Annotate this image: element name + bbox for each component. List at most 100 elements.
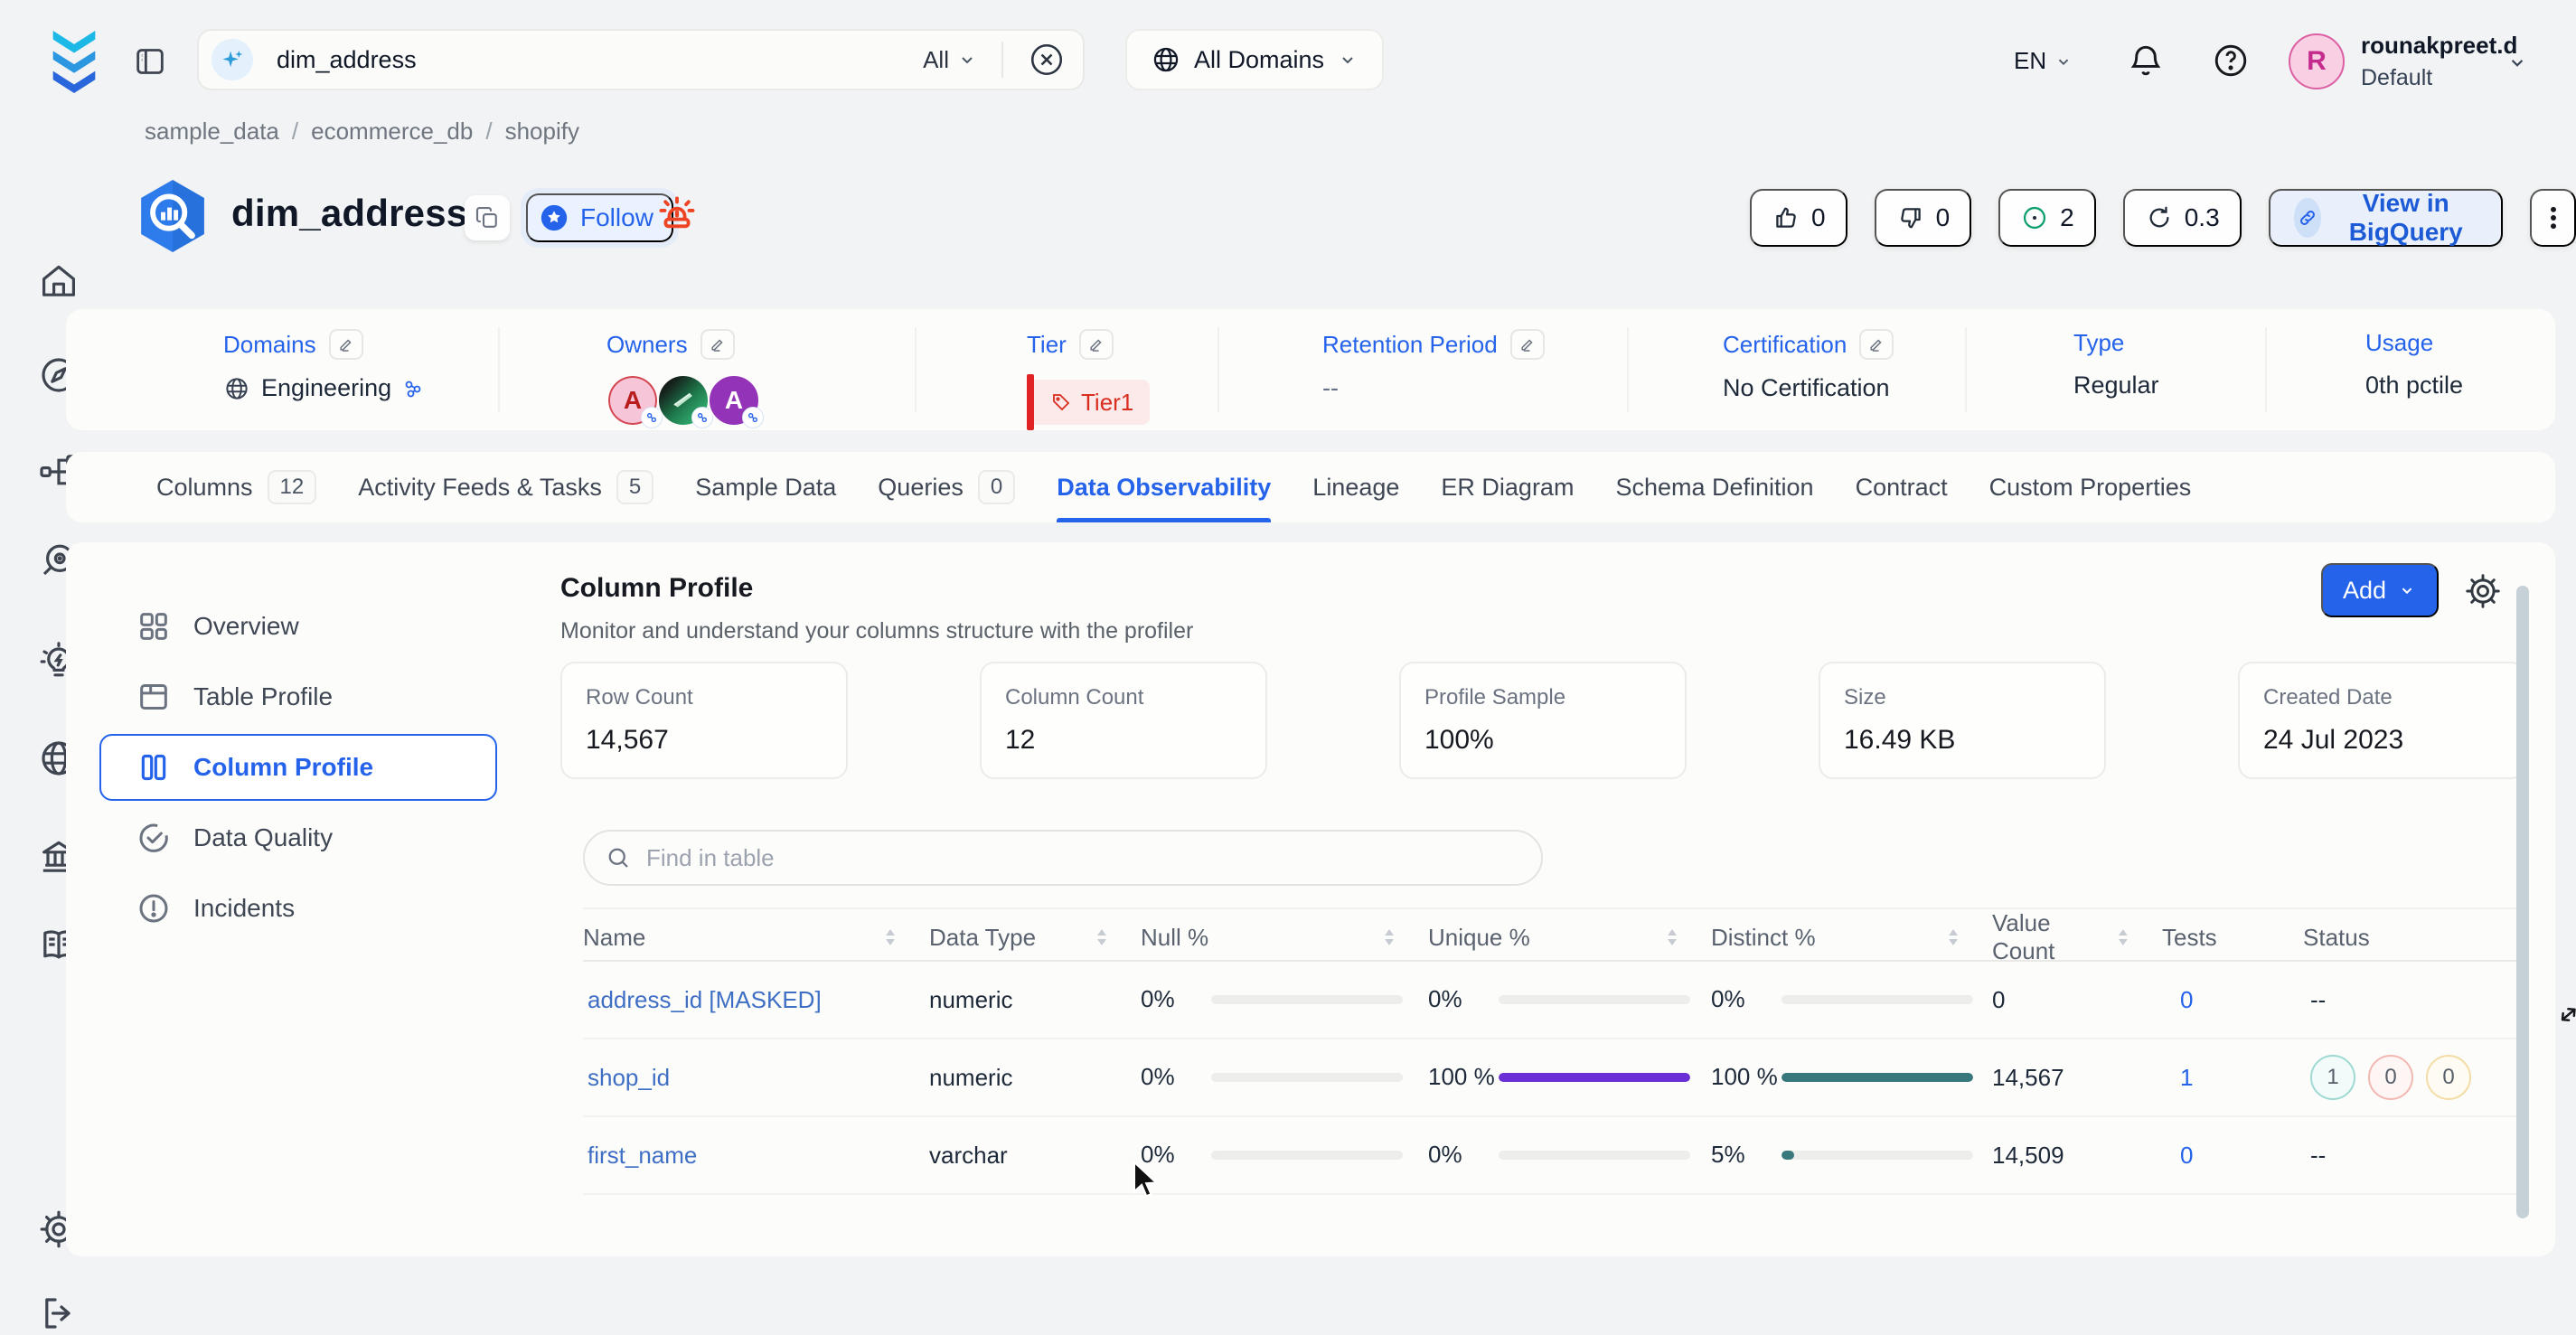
- profile-stats: Row Count14,567Column Count12Profile Sam…: [560, 662, 2525, 779]
- tab-data-observability[interactable]: Data Observability: [1057, 452, 1271, 522]
- tab-contract[interactable]: Contract: [1856, 452, 1948, 522]
- home-icon[interactable]: [37, 259, 80, 303]
- tab-sample-data[interactable]: Sample Data: [695, 452, 836, 522]
- percent-bar: [1782, 995, 1973, 1004]
- search-clear-icon[interactable]: [1027, 40, 1067, 80]
- stat-card-row-count: Row Count14,567: [560, 662, 848, 779]
- status-badge-red: 0: [2368, 1055, 2413, 1100]
- column-name-link[interactable]: shop_id: [583, 1064, 670, 1091]
- tab-columns[interactable]: Columns12: [156, 452, 316, 522]
- value-count: 0: [1992, 986, 2162, 1014]
- sort-icon[interactable]: [1095, 927, 1108, 947]
- views-button[interactable]: 2: [1998, 189, 2096, 247]
- logout-icon[interactable]: [37, 1292, 80, 1335]
- tab-lineage[interactable]: Lineage: [1312, 452, 1399, 522]
- asset-tabs: Columns12 Activity Feeds & Tasks5 Sample D…: [66, 452, 2555, 522]
- percent-bar: [1782, 1073, 1973, 1082]
- column-name-link[interactable]: address_id [MASKED]: [583, 986, 822, 1013]
- domain-link[interactable]: Engineering: [261, 374, 391, 402]
- help-icon[interactable]: [2211, 41, 2251, 80]
- tests-link[interactable]: 1: [2162, 1064, 2193, 1091]
- edit-domains-icon[interactable]: [329, 329, 363, 360]
- link-icon: [402, 378, 424, 400]
- user-info[interactable]: rounakpreet.d Default: [2361, 32, 2517, 91]
- edit-owners-icon[interactable]: [700, 329, 735, 360]
- view-in-bigquery-button[interactable]: View in BigQuery: [2269, 189, 2504, 247]
- find-in-table-input[interactable]: Find in table: [583, 830, 1543, 886]
- column-name-link[interactable]: first_name: [583, 1142, 697, 1169]
- upvote-button[interactable]: 0: [1750, 189, 1847, 247]
- profiler-nav-column-profile[interactable]: Column Profile: [99, 734, 497, 801]
- sort-icon[interactable]: [1666, 927, 1678, 947]
- sidebar-toggle-icon[interactable]: [132, 43, 168, 80]
- follow-button[interactable]: Follow: [526, 193, 673, 242]
- tab-er-diagram[interactable]: ER Diagram: [1441, 452, 1574, 522]
- search-scope-dropdown[interactable]: All: [923, 46, 978, 74]
- tab-queries[interactable]: Queries0: [878, 452, 1015, 522]
- column-profile-table: NameData TypeNull %Unique %Distinct %Val…: [583, 907, 2517, 1195]
- profiler-nav-overview[interactable]: Overview: [99, 593, 497, 660]
- percent-bar: [1211, 995, 1403, 1004]
- owner-avatars[interactable]: A A: [606, 374, 760, 427]
- tab-schema-definition[interactable]: Schema Definition: [1615, 452, 1813, 522]
- more-menu-button[interactable]: [2530, 189, 2576, 247]
- profiler-nav-table-profile[interactable]: Table Profile: [99, 663, 497, 730]
- breadcrumb-separator: /: [485, 118, 492, 146]
- popularity-button[interactable]: 0.3: [2123, 189, 2242, 247]
- thumbs-down-icon: [1896, 203, 1925, 232]
- sort-icon[interactable]: [1383, 927, 1396, 947]
- profiler-nav-incidents[interactable]: Incidents: [99, 875, 497, 942]
- tab-custom-properties[interactable]: Custom Properties: [1989, 452, 2192, 522]
- owner-avatar[interactable]: A: [606, 374, 659, 427]
- globe-icon: [223, 375, 250, 402]
- table-profile-icon: [136, 679, 172, 715]
- tab-count-badge: 5: [616, 470, 653, 504]
- breadcrumb-separator: /: [292, 118, 298, 146]
- atlan-logo[interactable]: [51, 30, 98, 93]
- tab-activity-feeds-tasks[interactable]: Activity Feeds & Tasks5: [358, 452, 653, 522]
- breadcrumb-item[interactable]: shopify: [505, 118, 579, 146]
- owner-avatar[interactable]: [657, 374, 710, 427]
- tests-link[interactable]: 0: [2162, 986, 2193, 1013]
- column-header-unique: Unique %: [1428, 924, 1711, 952]
- breadcrumb-item[interactable]: sample_data: [145, 118, 279, 146]
- panel-scrollbar[interactable]: [2516, 586, 2529, 1218]
- star-icon: [539, 202, 569, 233]
- add-button[interactable]: Add: [2321, 563, 2439, 617]
- divider: [1001, 42, 1003, 78]
- profiler-settings-icon[interactable]: [2463, 571, 2503, 611]
- table-header-row: NameData TypeNull %Unique %Distinct %Val…: [583, 907, 2517, 962]
- notifications-icon[interactable]: [2126, 41, 2166, 80]
- edit-certification-icon[interactable]: [1859, 329, 1894, 360]
- avatar[interactable]: R: [2289, 33, 2345, 89]
- sort-icon[interactable]: [1947, 927, 1960, 947]
- all-domains-dropdown[interactable]: All Domains: [1125, 29, 1384, 90]
- column-header-null: Null %: [1141, 924, 1428, 952]
- column-profile-icon: [136, 749, 172, 785]
- meta-owners: Owners A A: [606, 329, 760, 427]
- thumbs-up-icon: [1772, 203, 1800, 232]
- global-search-bar[interactable]: dim_address All: [197, 29, 1085, 90]
- breadcrumb-item[interactable]: ecommerce_db: [311, 118, 473, 146]
- globe-icon: [1151, 44, 1181, 75]
- tier-badge[interactable]: Tier1: [1027, 374, 1150, 430]
- edit-tier-icon[interactable]: [1079, 329, 1114, 360]
- owner-avatar[interactable]: A: [708, 374, 760, 427]
- ai-sparkle-icon: [212, 39, 253, 80]
- downvote-button[interactable]: 0: [1875, 189, 1972, 247]
- language-dropdown[interactable]: EN: [2014, 47, 2073, 75]
- search-query[interactable]: dim_address: [277, 46, 417, 74]
- sort-icon[interactable]: [2117, 927, 2129, 947]
- edit-retention-icon[interactable]: [1510, 329, 1545, 360]
- value-count: 14,509: [1992, 1142, 2162, 1170]
- tests-link[interactable]: 0: [2162, 1142, 2193, 1169]
- profiler-nav-data-quality[interactable]: Data Quality: [99, 804, 497, 871]
- alert-siren-icon[interactable]: [653, 190, 701, 239]
- sort-icon[interactable]: [884, 927, 897, 947]
- user-workspace: Default: [2361, 65, 2517, 91]
- copy-icon[interactable]: [465, 195, 510, 240]
- meta-retention: Retention Period --: [1322, 329, 1545, 402]
- user-menu-chevron[interactable]: [2505, 51, 2529, 74]
- status-badges: 100: [2303, 1055, 2517, 1100]
- bigquery-logo: [130, 174, 215, 259]
